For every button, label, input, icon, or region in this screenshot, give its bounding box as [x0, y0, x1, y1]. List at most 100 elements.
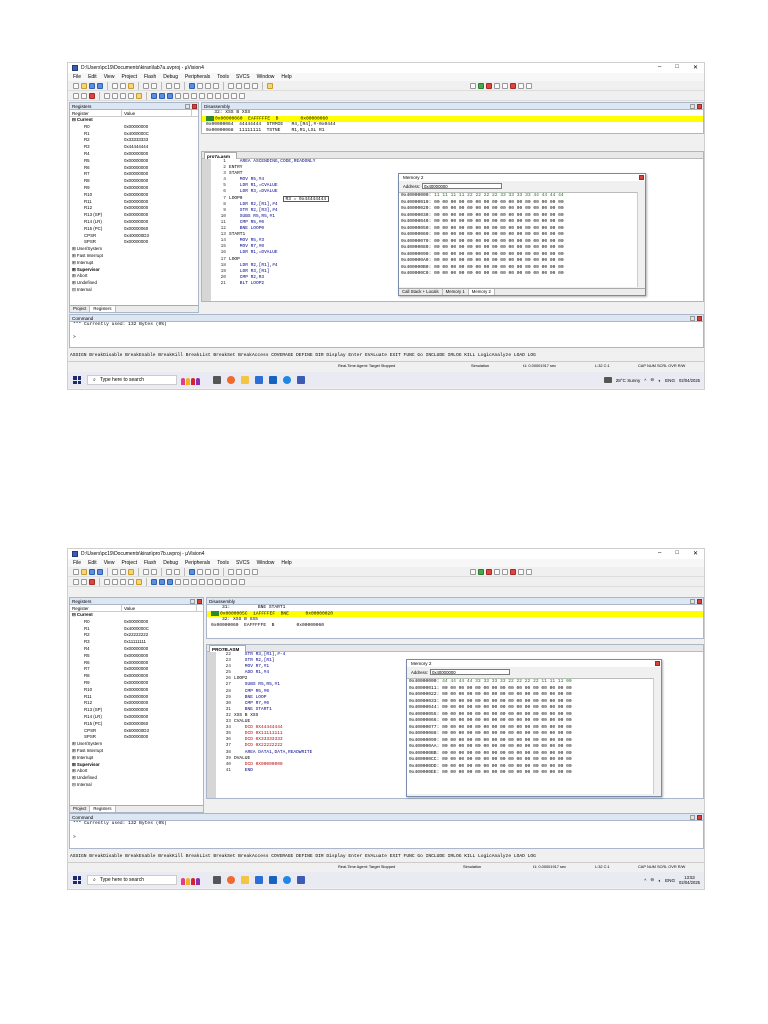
- new-file-icon[interactable]: [73, 82, 79, 89]
- weather-text[interactable]: 28°C Sunny: [616, 378, 641, 383]
- register-group-internal[interactable]: ⊟ Internal: [70, 782, 203, 789]
- clock[interactable]: 13:53 02/04/2025: [679, 875, 700, 885]
- bookmark-prev-icon[interactable]: [197, 568, 203, 575]
- network-icon[interactable]: ⊖: [650, 377, 654, 383]
- register-group-interrupt[interactable]: ⊞ Interrupt: [70, 755, 203, 762]
- editor-tab[interactable]: PRO7B.ASM: [209, 645, 247, 652]
- register-row[interactable]: R4 0x00000000: [70, 646, 203, 653]
- pin-icon[interactable]: [690, 104, 695, 109]
- taskbar-search[interactable]: ⌕ Type here to search: [87, 875, 177, 885]
- debug-session-icon[interactable]: [478, 82, 484, 89]
- tulips-icon[interactable]: [181, 375, 203, 385]
- memory-scrollbar[interactable]: [653, 678, 661, 794]
- memory-scrollbar[interactable]: [637, 192, 645, 287]
- register-row[interactable]: R10 0x00000000: [70, 687, 203, 694]
- tab-memory-2[interactable]: Memory 2: [468, 289, 495, 295]
- redo-icon[interactable]: [151, 568, 157, 575]
- address-input[interactable]: 0x40000000: [421, 183, 502, 189]
- store-icon[interactable]: [255, 376, 263, 384]
- save-all-icon[interactable]: [97, 82, 103, 89]
- step-into-icon[interactable]: [104, 578, 110, 585]
- menu-svcs[interactable]: SVCS: [236, 560, 250, 566]
- register-value[interactable]: 0x33333333: [122, 137, 148, 144]
- register-group-current[interactable]: ⊟ Current: [70, 117, 198, 124]
- register-value[interactable]: 0x00000000: [122, 171, 148, 178]
- menu-tools[interactable]: Tools: [217, 560, 229, 566]
- register-value[interactable]: 0x00000000: [122, 151, 148, 158]
- memory-bytes[interactable]: 00 00 00 00 00 00 00 00 00 00 00 00 00 0…: [442, 699, 572, 704]
- uncomment-icon[interactable]: [252, 82, 258, 89]
- register-value[interactable]: 0x00000000: [122, 219, 148, 226]
- register-group-undefined[interactable]: ⊞ Undefined: [70, 280, 198, 287]
- bookmark-next-icon[interactable]: [205, 568, 211, 575]
- register-row[interactable]: CPSR 0x600000D3: [70, 728, 203, 735]
- register-value[interactable]: 0x00000000: [122, 714, 148, 721]
- save-all-icon[interactable]: [97, 568, 103, 575]
- step-into-icon[interactable]: [104, 92, 110, 99]
- menu-help[interactable]: Help: [281, 74, 291, 80]
- register-value[interactable]: 0x00000000: [122, 680, 148, 687]
- nav-back-icon[interactable]: [166, 568, 172, 575]
- tray-chevron-icon[interactable]: ^: [644, 378, 646, 383]
- bookmark-clear-icon[interactable]: [213, 568, 219, 575]
- register-row[interactable]: R2 0x33333333: [70, 137, 198, 144]
- uvision-taskbar-icon[interactable]: [297, 876, 305, 884]
- close-button[interactable]: ✕: [693, 550, 698, 557]
- network-icon[interactable]: ⊖: [650, 877, 654, 883]
- run-to-cursor-icon[interactable]: [128, 578, 134, 585]
- memory-bytes[interactable]: 44 44 44 44 33 33 33 33 22 22 22 22 11 1…: [442, 679, 572, 684]
- nav-forward-icon[interactable]: [174, 568, 180, 575]
- pin-icon[interactable]: [190, 599, 195, 604]
- kill-breakpoints-icon[interactable]: [510, 568, 516, 575]
- register-row[interactable]: R2 0x22222222: [70, 632, 203, 639]
- toolbox-icon[interactable]: [239, 578, 245, 585]
- comment-icon[interactable]: [244, 82, 250, 89]
- tab-call-stack[interactable]: Call Stack + Locals: [399, 289, 443, 295]
- cut-icon[interactable]: [112, 568, 118, 575]
- language-indicator[interactable]: ENG: [665, 378, 675, 383]
- register-value[interactable]: 0x00000000: [122, 212, 148, 219]
- register-row[interactable]: R14 (LR) 0x00000000: [70, 219, 198, 226]
- copilot-icon[interactable]: [227, 876, 235, 884]
- bookmark-prev-icon[interactable]: [197, 82, 203, 89]
- register-row[interactable]: R1 0x4000000C: [70, 626, 203, 633]
- register-value[interactable]: 0x400000D3: [122, 233, 149, 240]
- register-column-header[interactable]: Register: [70, 110, 122, 116]
- close-button[interactable]: ✕: [693, 64, 698, 71]
- menu-view[interactable]: View: [104, 74, 115, 80]
- step-over-icon[interactable]: [112, 578, 118, 585]
- register-group-internal[interactable]: ⊟ Internal: [70, 287, 198, 294]
- menu-peripherals[interactable]: Peripherals: [185, 560, 210, 566]
- register-row[interactable]: R9 0x00000000: [70, 680, 203, 687]
- register-row[interactable]: R5 0x00000000: [70, 158, 198, 165]
- register-group-fast-interrupt[interactable]: ⊞ Fast Interrupt: [70, 253, 198, 260]
- indent-icon[interactable]: [228, 82, 234, 89]
- step-out-icon[interactable]: [120, 92, 126, 99]
- close-icon[interactable]: [639, 175, 644, 180]
- memory-bytes[interactable]: 00 00 00 00 00 00 00 00 00 00 00 00 00 0…: [442, 738, 572, 743]
- close-icon[interactable]: [192, 104, 197, 109]
- uvision-taskbar-icon[interactable]: [297, 376, 305, 384]
- undo-icon[interactable]: [143, 568, 149, 575]
- memory-bytes[interactable]: 00 00 00 00 00 00 00 00 00 00 00 00 00 0…: [434, 232, 564, 237]
- register-row[interactable]: R8 0x00000000: [70, 673, 203, 680]
- serial-window-icon[interactable]: [207, 578, 213, 585]
- analysis-window-icon[interactable]: [215, 92, 221, 99]
- tab-registers[interactable]: Registers: [90, 306, 116, 312]
- copilot-icon[interactable]: [227, 376, 235, 384]
- register-row[interactable]: R10 0x00000000: [70, 192, 198, 199]
- address-input[interactable]: 0x40000000: [429, 669, 510, 675]
- file-explorer-icon[interactable]: [241, 876, 249, 884]
- memory-rows[interactable]: 0x40000000: 44 44 44 44 33 33 33 33 22 2…: [407, 678, 653, 794]
- save-icon[interactable]: [89, 568, 95, 575]
- memory-bytes[interactable]: 00 00 00 00 00 00 00 00 00 00 00 00 00 0…: [442, 764, 572, 769]
- bookmark-icon[interactable]: [189, 568, 195, 575]
- register-value[interactable]: 0x00000000: [122, 734, 148, 741]
- menu-project[interactable]: Project: [121, 74, 137, 80]
- target-dropdown-icon[interactable]: [470, 82, 476, 89]
- comment-icon[interactable]: [244, 568, 250, 575]
- bookmark-clear-icon[interactable]: [213, 82, 219, 89]
- tulips-icon[interactable]: [181, 875, 203, 885]
- editor-gutter[interactable]: [202, 159, 211, 301]
- open-folder-icon[interactable]: [81, 82, 87, 89]
